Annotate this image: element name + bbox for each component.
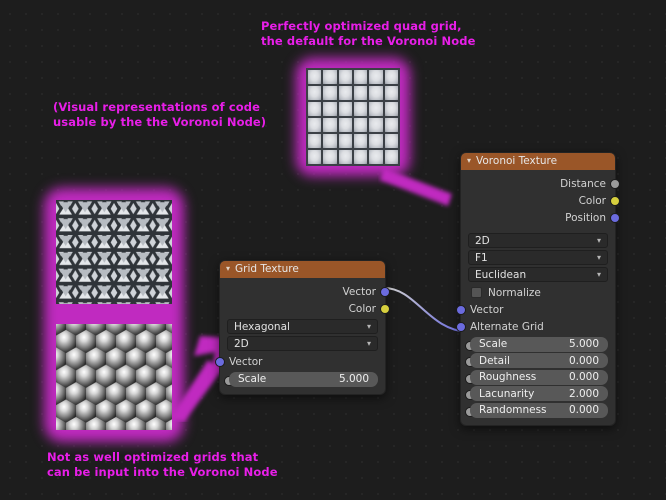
socket-vector-input[interactable]	[215, 356, 225, 367]
voronoi-lacunarity-label: Lacunarity	[479, 387, 535, 400]
annotation-left: (Visual representations of code usable b…	[53, 100, 267, 129]
voronoi-randomness-value: 0.000	[568, 404, 599, 416]
output-label-color: Color	[348, 302, 376, 315]
triangle-grid-preview	[56, 200, 172, 304]
voronoi-lacunarity-field-wrap: Lacunarity 2.000	[461, 386, 615, 401]
chevron-down-icon[interactable]: ▾	[467, 152, 471, 169]
grid-type-dropdown[interactable]: Hexagonal ▾	[227, 319, 378, 334]
output-socket-row-color[interactable]: Color	[220, 300, 390, 317]
voronoi-feature-value: F1	[475, 251, 488, 264]
voronoi-roughness-value: 0.000	[568, 371, 599, 383]
grid-dimension-dropdown[interactable]: 2D ▾	[227, 336, 378, 351]
voronoi-detail-field-wrap: Detail 0.000	[461, 353, 615, 368]
output-socket-row-color[interactable]: Color	[461, 192, 620, 209]
voronoi-texture-node[interactable]: ▾ Voronoi Texture Distance Color Positio…	[456, 152, 620, 426]
chevron-down-icon: ▾	[596, 270, 601, 279]
output-socket-row-position[interactable]: Position	[461, 209, 620, 226]
voronoi-distance-metric-dropdown[interactable]: Euclidean ▾	[468, 267, 608, 282]
chevron-down-icon: ▾	[596, 236, 601, 245]
voronoi-randomness-label: Randomness	[479, 404, 547, 416]
output-label-position: Position	[565, 211, 606, 224]
voronoi-dimension-dropdown[interactable]: 2D ▾	[468, 233, 608, 248]
voronoi-scale-label: Scale	[479, 338, 508, 350]
socket-vector-input[interactable]	[456, 304, 466, 315]
voronoi-lacunarity-value: 2.000	[568, 387, 599, 400]
grid-scale-label: Scale	[238, 373, 267, 385]
grid-dimension-value: 2D	[234, 337, 249, 350]
voronoi-randomness-field[interactable]: Randomness 0.000	[470, 402, 608, 418]
voronoi-scale-field[interactable]: Scale 5.000	[470, 336, 608, 352]
voronoi-scale-field-wrap: Scale 5.000	[461, 336, 615, 352]
annotation-bottom: Not as well optimized grids that can be …	[47, 450, 278, 479]
input-socket-row-alternate-grid[interactable]: Alternate Grid	[456, 318, 615, 335]
socket-alternate-grid-input[interactable]	[456, 321, 466, 332]
grid-texture-node[interactable]: ▾ Grid Texture Vector Color Hexagonal ▾ …	[215, 260, 390, 395]
input-socket-row-vector[interactable]: Vector	[456, 301, 615, 318]
grid-scale-field[interactable]: Scale 5.000	[229, 371, 378, 387]
voronoi-roughness-label: Roughness	[479, 371, 537, 383]
socket-vector-output[interactable]	[380, 286, 390, 297]
voronoi-texture-node-header[interactable]: ▾ Voronoi Texture	[461, 153, 615, 170]
voronoi-randomness-field-wrap: Randomness 0.000	[461, 402, 615, 418]
input-socket-row-vector[interactable]: Vector	[215, 353, 385, 370]
input-label-vector: Vector	[470, 303, 504, 316]
quad-grid-preview	[306, 68, 400, 166]
voronoi-roughness-field-wrap: Roughness 0.000	[461, 369, 615, 385]
node-editor-canvas: ▾ Grid Texture Vector Color Hexagonal ▾ …	[0, 0, 666, 500]
output-socket-row-vector[interactable]: Vector	[220, 283, 390, 300]
output-socket-row-distance[interactable]: Distance	[461, 175, 620, 192]
output-label-distance: Distance	[560, 177, 606, 190]
voronoi-lacunarity-field[interactable]: Lacunarity 2.000	[470, 386, 608, 401]
chevron-down-icon: ▾	[366, 322, 371, 331]
voronoi-texture-title: Voronoi Texture	[476, 155, 558, 167]
input-label-vector: Vector	[229, 355, 263, 368]
voronoi-detail-value: 0.000	[568, 354, 599, 367]
grid-scale-field-wrap: Scale 5.000	[220, 371, 385, 387]
voronoi-dimension-value: 2D	[475, 234, 490, 247]
socket-color-output[interactable]	[380, 303, 390, 314]
chevron-down-icon[interactable]: ▾	[226, 260, 230, 277]
voronoi-detail-label: Detail	[479, 354, 510, 367]
grid-texture-node-header[interactable]: ▾ Grid Texture	[220, 261, 385, 278]
normalize-label: Normalize	[488, 286, 541, 299]
annotation-top: Perfectly optimized quad grid, the defau…	[261, 19, 476, 48]
grid-type-value: Hexagonal	[234, 320, 290, 333]
input-label-alternate-grid: Alternate Grid	[470, 320, 544, 333]
grid-scale-value: 5.000	[338, 373, 369, 385]
grid-texture-body: Vector Color Hexagonal ▾ 2D ▾ Vector Sca…	[215, 278, 390, 394]
socket-color-output[interactable]	[610, 195, 620, 206]
output-label-color: Color	[578, 194, 606, 207]
output-label-vector: Vector	[342, 285, 376, 298]
socket-distance-output[interactable]	[610, 178, 620, 189]
chevron-down-icon: ▾	[366, 339, 371, 348]
voronoi-scale-value: 5.000	[568, 338, 599, 350]
chevron-down-icon: ▾	[596, 253, 601, 262]
voronoi-feature-dropdown[interactable]: F1 ▾	[468, 250, 608, 265]
socket-position-output[interactable]	[610, 212, 620, 223]
hexagon-grid-preview	[56, 324, 172, 430]
voronoi-roughness-field[interactable]: Roughness 0.000	[470, 369, 608, 385]
voronoi-texture-body: Distance Color Position 2D ▾ F1 ▾ Euclid…	[456, 170, 620, 425]
voronoi-distance-metric-value: Euclidean	[475, 268, 527, 281]
normalize-checkbox-row[interactable]: Normalize	[461, 284, 615, 301]
voronoi-detail-field[interactable]: Detail 0.000	[470, 353, 608, 368]
grid-texture-title: Grid Texture	[235, 263, 299, 275]
normalize-checkbox[interactable]	[471, 287, 482, 298]
